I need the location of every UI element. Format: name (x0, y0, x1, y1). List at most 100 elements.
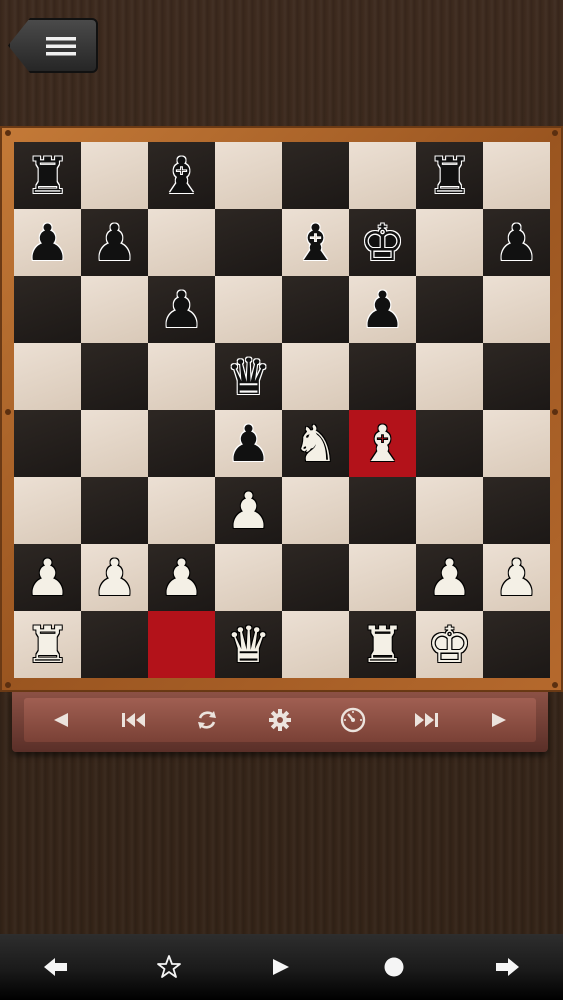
square-a4[interactable] (14, 410, 81, 477)
back-arrow-button[interactable] (28, 942, 84, 992)
engine-strength-button[interactable] (333, 700, 373, 740)
square-f4[interactable]: ♝ (349, 410, 416, 477)
square-a2[interactable]: ♟ (14, 544, 81, 611)
square-e8[interactable] (282, 142, 349, 209)
square-b5[interactable] (81, 343, 148, 410)
square-b7[interactable]: ♟ (81, 209, 148, 276)
last-move-button[interactable] (406, 700, 446, 740)
square-b6[interactable] (81, 276, 148, 343)
square-d2[interactable] (215, 544, 282, 611)
square-f2[interactable] (349, 544, 416, 611)
white-pawn-icon[interactable]: ♟ (159, 553, 204, 603)
square-e7[interactable]: ♝ (282, 209, 349, 276)
square-b8[interactable] (81, 142, 148, 209)
square-g4[interactable] (416, 410, 483, 477)
square-a8[interactable]: ♜ (14, 142, 81, 209)
home-button[interactable] (366, 942, 422, 992)
square-c2[interactable]: ♟ (148, 544, 215, 611)
square-c6[interactable]: ♟ (148, 276, 215, 343)
square-b1[interactable] (81, 611, 148, 678)
square-a6[interactable] (14, 276, 81, 343)
square-h5[interactable] (483, 343, 550, 410)
square-g5[interactable] (416, 343, 483, 410)
square-d8[interactable] (215, 142, 282, 209)
square-b2[interactable]: ♟ (81, 544, 148, 611)
square-d5[interactable]: ♛ (215, 343, 282, 410)
square-a7[interactable]: ♟ (14, 209, 81, 276)
square-h4[interactable] (483, 410, 550, 477)
square-a3[interactable] (14, 477, 81, 544)
white-king-icon[interactable]: ♚ (427, 620, 472, 670)
white-knight-icon[interactable]: ♞ (293, 419, 338, 469)
square-d1[interactable]: ♛ (215, 611, 282, 678)
chess-board[interactable]: ♜ ♝ ♜ ♟ ♟ ♝ ♚ ♟ ♟ ♟ ♛ ♟ ♞ ♝ ♟ ♟ ♟ ♟ ♟ ♟ ♜ ♛ ♜ ♚ (14, 142, 550, 678)
square-h8[interactable] (483, 142, 550, 209)
black-king-icon[interactable]: ♚ (360, 218, 405, 268)
black-rook-icon[interactable]: ♜ (427, 151, 472, 201)
square-h3[interactable] (483, 477, 550, 544)
black-pawn-icon[interactable]: ♟ (25, 218, 70, 268)
square-f8[interactable] (349, 142, 416, 209)
play-button[interactable] (253, 942, 309, 992)
square-e6[interactable] (282, 276, 349, 343)
white-bishop-icon[interactable]: ♝ (360, 419, 405, 469)
white-pawn-icon[interactable]: ♟ (494, 553, 539, 603)
square-a1[interactable]: ♜ (14, 611, 81, 678)
square-h7[interactable]: ♟ (483, 209, 550, 276)
square-g2[interactable]: ♟ (416, 544, 483, 611)
white-pawn-icon[interactable]: ♟ (226, 486, 271, 536)
square-g8[interactable]: ♜ (416, 142, 483, 209)
black-pawn-icon[interactable]: ♟ (226, 419, 271, 469)
square-d4[interactable]: ♟ (215, 410, 282, 477)
black-pawn-icon[interactable]: ♟ (494, 218, 539, 268)
square-c3[interactable] (148, 477, 215, 544)
square-a5[interactable] (14, 343, 81, 410)
previous-move-button[interactable] (41, 700, 81, 740)
white-queen-icon[interactable]: ♛ (226, 620, 271, 670)
square-e4[interactable]: ♞ (282, 410, 349, 477)
square-d3[interactable]: ♟ (215, 477, 282, 544)
black-pawn-icon[interactable]: ♟ (159, 285, 204, 335)
favorite-button[interactable] (141, 942, 197, 992)
square-b4[interactable] (81, 410, 148, 477)
square-d6[interactable] (215, 276, 282, 343)
settings-button[interactable] (260, 700, 300, 740)
white-pawn-icon[interactable]: ♟ (427, 553, 472, 603)
square-h6[interactable] (483, 276, 550, 343)
square-f3[interactable] (349, 477, 416, 544)
square-e2[interactable] (282, 544, 349, 611)
square-f5[interactable] (349, 343, 416, 410)
square-f1[interactable]: ♜ (349, 611, 416, 678)
square-h2[interactable]: ♟ (483, 544, 550, 611)
square-g7[interactable] (416, 209, 483, 276)
square-g3[interactable] (416, 477, 483, 544)
square-c8[interactable]: ♝ (148, 142, 215, 209)
black-queen-icon[interactable]: ♛ (226, 352, 271, 402)
first-move-button[interactable] (114, 700, 154, 740)
square-c1[interactable] (148, 611, 215, 678)
forward-arrow-button[interactable] (479, 942, 535, 992)
menu-button[interactable] (8, 18, 98, 73)
white-pawn-icon[interactable]: ♟ (92, 553, 137, 603)
black-bishop-icon[interactable]: ♝ (293, 218, 338, 268)
square-c5[interactable] (148, 343, 215, 410)
black-pawn-icon[interactable]: ♟ (360, 285, 405, 335)
square-h1[interactable] (483, 611, 550, 678)
white-pawn-icon[interactable]: ♟ (25, 553, 70, 603)
square-e5[interactable] (282, 343, 349, 410)
square-e3[interactable] (282, 477, 349, 544)
square-d7[interactable] (215, 209, 282, 276)
next-move-button[interactable] (479, 700, 519, 740)
white-rook-icon[interactable]: ♜ (360, 620, 405, 670)
white-rook-icon[interactable]: ♜ (25, 620, 70, 670)
square-f6[interactable]: ♟ (349, 276, 416, 343)
black-pawn-icon[interactable]: ♟ (92, 218, 137, 268)
square-e1[interactable] (282, 611, 349, 678)
black-rook-icon[interactable]: ♜ (25, 151, 70, 201)
square-g6[interactable] (416, 276, 483, 343)
flip-board-button[interactable] (187, 700, 227, 740)
square-g1[interactable]: ♚ (416, 611, 483, 678)
black-bishop-icon[interactable]: ♝ (159, 151, 204, 201)
square-c7[interactable] (148, 209, 215, 276)
square-f7[interactable]: ♚ (349, 209, 416, 276)
